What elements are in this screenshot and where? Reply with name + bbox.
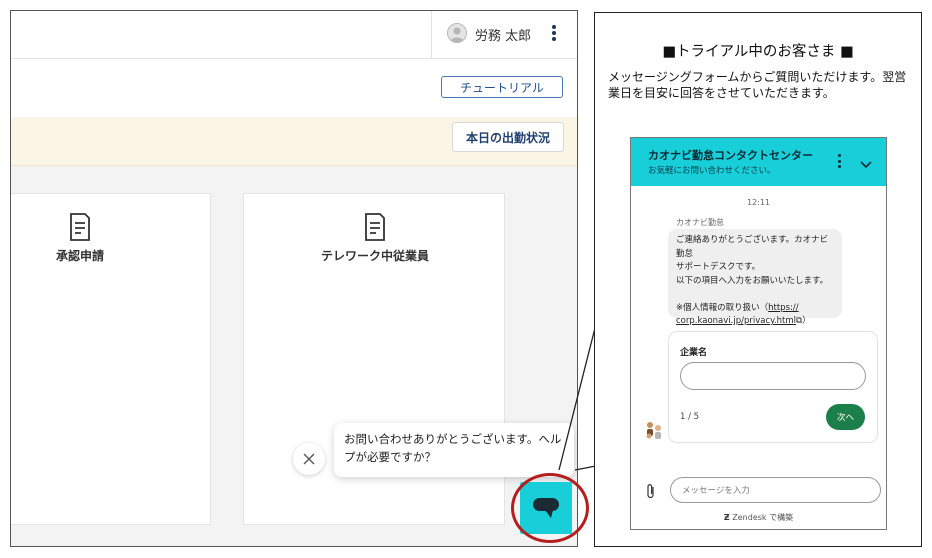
privacy-link[interactable]: corp.kaonavi.jp/privacy.html [676,316,796,326]
message-timestamp: 12:11 [746,198,771,207]
message-input[interactable]: メッセージを入力 [670,477,881,503]
chevron-down-icon[interactable] [860,155,872,169]
widget-footer: Ƶ Zendesk で構築 [631,512,886,523]
widget-title: カオナビ勤怠コンタクトセンター [648,149,813,162]
message-line: ※個人情報の取り扱い（https:// [676,302,834,316]
company-name-input[interactable] [680,362,866,390]
message-line: 以下の項目へ入力をお願いいたします。 [676,275,829,286]
zendesk-logo-icon: Ƶ [723,513,730,522]
messaging-widget: カオナビ勤怠コンタクトセンター お気軽にお問い合わせください。 12:11 カオ… [630,137,887,530]
message-line [676,288,834,302]
next-button[interactable]: 次へ [826,404,865,430]
attachment-icon[interactable] [645,483,657,499]
callout-description: メッセージングフォームからご質問いただけます。翌営業日を目安に回答をさせていただ… [608,70,907,100]
message-sender: カオナビ勤怠 [676,218,724,227]
callout-title: ■トライアル中のお客さま ■ [662,44,854,60]
widget-menu-icon[interactable] [836,154,842,168]
privacy-link[interactable]: https:// [768,303,798,313]
form-page-indicator: 1 / 5 [680,412,700,422]
agent-message: ご連絡ありがとうございます。カオナビ勤怠 サポートデスクです。 以下の項目へ入力… [668,229,842,326]
message-line: corp.kaonavi.jp/privacy.html⧉） [676,315,834,329]
message-text: ） [802,316,811,326]
message-line: ご連絡ありがとうございます。カオナビ勤怠 [676,235,829,259]
message-line: サポートデスクです。 [676,262,761,272]
company-form-card: 企業名 1 / 5 次へ [668,331,878,443]
powered-by-text: Zendesk で構築 [732,513,794,522]
widget-subtitle: お気軽にお問い合わせください。 [648,166,776,176]
message-text: ※個人情報の取り扱い（ [676,302,769,313]
company-field-label: 企業名 [680,348,708,358]
agent-avatar-icon [643,419,665,441]
